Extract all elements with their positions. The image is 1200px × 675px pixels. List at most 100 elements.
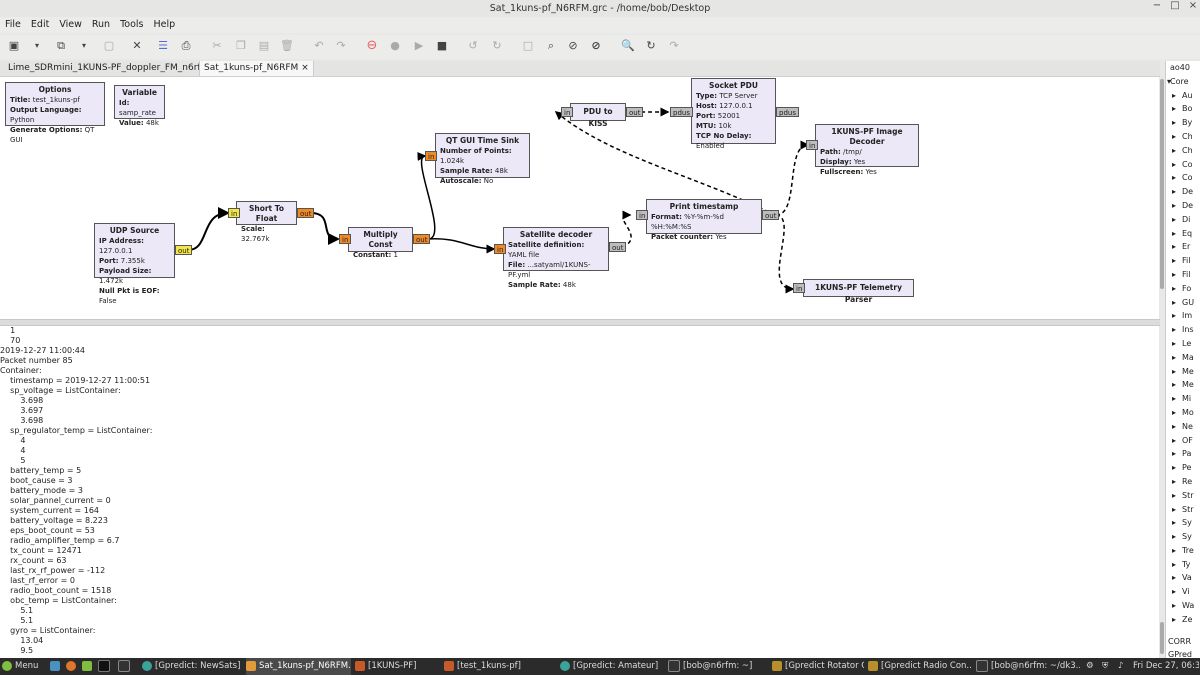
tab-sat-1kuns-pf[interactable]: Sat_1kuns-pf_N6RFM × (199, 61, 314, 76)
block-qt-gui-time-sink[interactable]: QT GUI Time Sink Number of Points: 1.024… (435, 133, 530, 185)
collapse-arrow-icon[interactable]: ▸ (1166, 613, 1182, 627)
menu-run[interactable]: Run (87, 17, 115, 33)
block-tree-item[interactable]: ▸ Str (1166, 503, 1200, 517)
block-tree-item[interactable]: ▸ Fil (1166, 254, 1200, 268)
collapse-arrow-icon[interactable]: ▸ (1166, 392, 1182, 406)
open-icon[interactable]: ⧉ (53, 38, 69, 54)
block-tree-item[interactable]: ▸ Ne (1166, 420, 1200, 434)
block-pdu-to-kiss[interactable]: PDU to KISS (570, 103, 626, 128)
port-out[interactable]: out (413, 234, 431, 244)
collapse-arrow-icon[interactable]: ▸ (1166, 530, 1182, 544)
kill-icon[interactable]: ⊘ (565, 38, 581, 54)
port-in[interactable]: in (494, 244, 507, 254)
block-tree-item[interactable]: ▸ Wa (1166, 599, 1200, 613)
block-tree-item[interactable]: ▸ Ma (1166, 351, 1200, 365)
block-satellite-decoder[interactable]: Satellite decoder Satellite definition: … (503, 227, 609, 289)
block-tree-item[interactable]: ▸ Im (1166, 309, 1200, 323)
block-socket-pdu[interactable]: Socket PDU Type: TCP Server Host: 127.0.… (691, 78, 776, 150)
block-tree-item[interactable]: ▸ Di (1166, 213, 1200, 227)
collapse-arrow-icon[interactable]: ▸ (1166, 599, 1182, 613)
block-tree-item[interactable]: ▸ Str (1166, 489, 1200, 503)
block-tree-item[interactable]: ▸ Ty (1166, 558, 1200, 572)
collapse-arrow-icon[interactable]: ▸ (1166, 89, 1182, 103)
stop-icon[interactable]: ■ (434, 38, 450, 54)
collapse-arrow-icon[interactable]: ▸ (1166, 213, 1182, 227)
collapse-arrow-icon[interactable]: ▸ (1166, 227, 1182, 241)
port-out[interactable]: out (297, 208, 315, 218)
taskbar-item-grc[interactable]: Sat_1kuns-pf_N6RFM... (246, 658, 351, 675)
block-tree-item[interactable]: ▸ Fil (1166, 268, 1200, 282)
block-tree-item[interactable]: ▸ Tre (1166, 544, 1200, 558)
collapse-arrow-icon[interactable]: ▸ (1166, 558, 1182, 572)
block-tree-item[interactable]: ▸ Sy (1166, 530, 1200, 544)
block-tree-item[interactable]: ▸ Ch (1166, 130, 1200, 144)
new-icon[interactable]: ▣ (6, 38, 22, 54)
collapse-arrow-icon[interactable]: ▸ (1166, 337, 1182, 351)
collapse-arrow-icon[interactable]: ▸ (1166, 254, 1182, 268)
taskbar-item-test-1kuns-pf[interactable]: [test_1kuns-pf] (444, 658, 556, 675)
port-in[interactable]: pdus (670, 107, 693, 117)
collapse-arrow-icon[interactable]: ▸ (1166, 171, 1182, 185)
collapse-arrow-icon[interactable]: ▸ (1166, 516, 1182, 530)
block-tree-item[interactable]: ▸ Bo (1166, 102, 1200, 116)
collapse-arrow-icon[interactable]: ▸ (1166, 475, 1182, 489)
rotate-ccw-icon[interactable]: ↺ (465, 38, 481, 54)
port-out[interactable]: out (626, 107, 644, 117)
close-window-button[interactable]: × (1184, 0, 1200, 17)
port-in[interactable]: in (561, 107, 574, 117)
collapse-arrow-icon[interactable]: ▸ (1166, 268, 1182, 282)
block-tree-item[interactable]: ▸ Co (1166, 171, 1200, 185)
block-udp-source[interactable]: UDP Source IP Address: 127.0.0.1 Port: 7… (94, 223, 175, 305)
block-tree-item[interactable]: ▸ Ins (1166, 323, 1200, 337)
block-options[interactable]: Options Title: test_1kuns-pf Output Lang… (5, 82, 105, 144)
copy-icon[interactable]: ❐ (233, 38, 249, 54)
block-tree-item[interactable]: ▸ Ch (1166, 144, 1200, 158)
port-out[interactable]: out (175, 245, 193, 255)
block-tree-item[interactable]: ▸ Fo (1166, 282, 1200, 296)
collapse-arrow-icon[interactable]: ▸ (1166, 158, 1182, 172)
reload-icon[interactable]: ↻ (643, 38, 659, 54)
collapse-arrow-icon[interactable]: ▸ (1166, 351, 1182, 365)
port-in[interactable]: in (793, 283, 806, 293)
collapse-arrow-icon[interactable]: ▸ (1166, 365, 1182, 379)
port-in[interactable]: in (636, 210, 649, 220)
menu-view[interactable]: View (54, 17, 87, 33)
collapse-arrow-icon[interactable]: ▸ (1166, 102, 1182, 116)
tab-close-icon[interactable]: × (301, 63, 309, 73)
collapse-arrow-icon[interactable]: ▸ (1166, 461, 1182, 475)
port-out[interactable]: out (762, 210, 780, 220)
start-menu-button[interactable]: Menu (2, 658, 46, 675)
open-dropdown-icon[interactable]: ▾ (29, 38, 45, 54)
collapse-arrow-icon[interactable]: ▸ (1166, 544, 1182, 558)
collapse-arrow-icon[interactable]: ▸ (1166, 503, 1182, 517)
canvas-scrollbar-thumb[interactable] (1160, 79, 1164, 289)
collapse-arrow-icon[interactable]: ▸ (1166, 282, 1182, 296)
terminal-launcher-icon[interactable] (98, 658, 110, 675)
block-tree-item[interactable]: ▸ Le (1166, 337, 1200, 351)
collapse-arrow-icon[interactable]: ▸ (1166, 420, 1182, 434)
collapse-arrow-icon[interactable]: ▸ (1166, 116, 1182, 130)
block-tree-item[interactable]: ▸ De (1166, 185, 1200, 199)
block-tree-item[interactable]: ▸ By (1166, 116, 1200, 130)
block-tree-item[interactable]: ▾Core (1166, 75, 1200, 89)
block-tree-item[interactable]: ▸ Pe (1166, 461, 1200, 475)
close-icon[interactable]: ✕ (129, 38, 145, 54)
enable-icon[interactable]: □ (520, 38, 536, 54)
menu-file[interactable]: File (0, 17, 26, 33)
menu-tools[interactable]: Tools (115, 17, 148, 33)
find-block-icon[interactable]: ⌕ (543, 38, 559, 54)
taskbar-item-terminal[interactable]: [bob@n6rfm: ~] (668, 658, 768, 675)
rotate-cw-icon[interactable]: ↻ (489, 38, 505, 54)
taskbar-item-terminal-dk3[interactable]: [bob@n6rfm: ~/dk3... (976, 658, 1080, 675)
block-tree-item[interactable]: ▸ OF (1166, 434, 1200, 448)
block-image-decoder[interactable]: 1KUNS-PF Image Decoder Path: /tmp/ Displ… (815, 124, 919, 176)
block-tree-item[interactable]: ▸ Vi (1166, 585, 1200, 599)
minimize-button[interactable]: − (1148, 0, 1166, 17)
port-in[interactable]: in (425, 151, 438, 161)
taskbar-item-rotator[interactable]: [Gpredict Rotator C... (772, 658, 864, 675)
port-in[interactable]: in (228, 208, 241, 218)
tab-lime-sdrmini[interactable]: Lime_SDRmini_1KUNS-PF_doppler_FM_n6rfm × (4, 61, 224, 76)
collapse-arrow-icon[interactable]: ▸ (1166, 323, 1182, 337)
block-tree-item[interactable]: ▸ Co (1166, 158, 1200, 172)
port-in[interactable]: in (806, 140, 819, 150)
